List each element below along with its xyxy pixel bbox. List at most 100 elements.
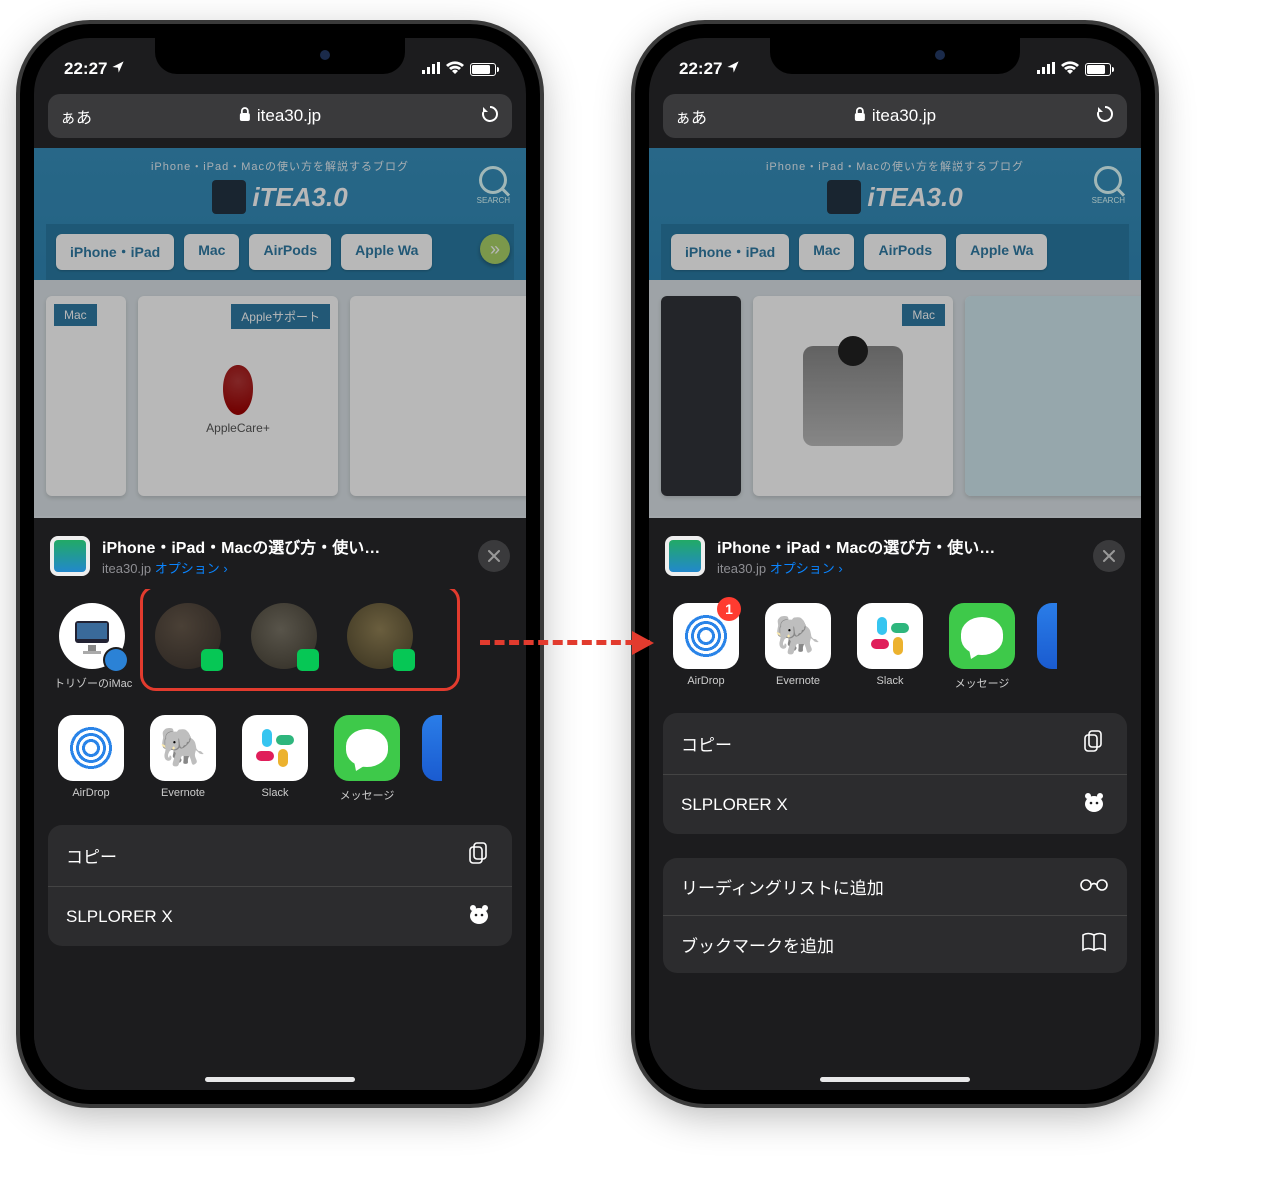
nav-item[interactable]: AirPods — [249, 234, 331, 270]
app-label: メッセージ — [945, 675, 1019, 691]
home-indicator[interactable] — [820, 1077, 970, 1082]
card-badge: Mac — [54, 304, 97, 326]
hamster-icon — [464, 903, 494, 930]
search-button[interactable]: SEARCH — [477, 166, 510, 205]
reload-icon[interactable] — [1095, 104, 1115, 129]
slack-icon — [254, 727, 296, 769]
share-app-airdrop[interactable]: 1 AirDrop — [669, 603, 743, 691]
nav-item[interactable]: AirPods — [864, 234, 946, 270]
share-app-slack[interactable]: Slack — [853, 603, 927, 691]
mascot-icon — [212, 180, 246, 214]
signal-icon — [1037, 59, 1055, 79]
hamster-icon — [1079, 791, 1109, 818]
share-app-messages[interactable]: メッセージ — [330, 715, 404, 803]
lock-icon — [854, 106, 866, 126]
action-slplorer[interactable]: SLPLORER X — [663, 775, 1127, 834]
phone-left: 22:27 ぁあ itea30.jp — [20, 24, 540, 1104]
airdrop-icon — [68, 725, 114, 771]
nav-item[interactable]: iPhone・iPad — [671, 234, 789, 270]
wifi-icon — [1061, 59, 1079, 79]
sheet-favicon — [50, 536, 90, 576]
search-button[interactable]: SEARCH — [1092, 166, 1125, 205]
sheet-title: iPhone・iPad・Macの選び方・使い… — [102, 534, 466, 558]
wifi-icon — [446, 59, 464, 79]
text-size-button[interactable]: ぁあ — [60, 104, 92, 128]
article-card[interactable]: Appleサポート AppleCare+ — [138, 296, 338, 496]
phone-right: 22:27 ぁあ itea30.jp — [635, 24, 1155, 1104]
action-reading-list[interactable]: リーディングリストに追加 — [663, 858, 1127, 916]
phone-notch — [155, 38, 405, 74]
share-app-airdrop[interactable]: AirDrop — [54, 715, 128, 803]
copy-icon — [1079, 729, 1109, 758]
url-bar[interactable]: ぁあ itea30.jp — [48, 94, 512, 138]
share-app-messages[interactable]: メッセージ — [945, 603, 1019, 691]
imac-avatar — [59, 603, 125, 669]
messages-icon — [961, 617, 1003, 655]
signal-icon — [422, 59, 440, 79]
airdrop-icon — [683, 613, 729, 659]
location-icon — [726, 59, 740, 79]
status-time: 22:27 — [679, 59, 722, 79]
lock-icon — [239, 106, 251, 126]
home-indicator[interactable] — [205, 1077, 355, 1082]
nav-item[interactable]: iPhone・iPad — [56, 234, 174, 270]
close-button[interactable] — [478, 540, 510, 572]
reload-icon[interactable] — [480, 104, 500, 129]
url-domain: itea30.jp — [257, 106, 321, 126]
close-button[interactable] — [1093, 540, 1125, 572]
article-card[interactable]: Mac — [46, 296, 126, 496]
url-domain: itea30.jp — [872, 106, 936, 126]
search-icon — [479, 166, 507, 194]
battery-icon — [470, 63, 496, 76]
sheet-options-link[interactable]: オプション › — [770, 561, 843, 576]
sheet-options-link[interactable]: オプション › — [155, 561, 228, 576]
action-copy[interactable]: コピー — [48, 825, 512, 887]
action-bookmark[interactable]: ブックマークを追加 — [663, 916, 1127, 973]
app-icon-partial — [422, 715, 442, 781]
sheet-title: iPhone・iPad・Macの選び方・使い… — [717, 534, 1081, 558]
article-card[interactable]: Mac — [753, 296, 953, 496]
share-app-more[interactable] — [422, 715, 442, 803]
action-label: SLPLORER X — [66, 907, 173, 927]
share-target-label: トリゾーのiMac — [54, 675, 130, 691]
evernote-icon: 🐘 — [774, 614, 821, 658]
glasses-icon — [1079, 877, 1109, 897]
book-icon — [1079, 932, 1109, 957]
phone-notch — [770, 38, 1020, 74]
action-label: SLPLORER X — [681, 795, 788, 815]
text-size-button[interactable]: ぁあ — [675, 104, 707, 128]
article-card[interactable] — [350, 296, 526, 496]
nav-item[interactable]: Mac — [799, 234, 854, 270]
url-bar[interactable]: ぁあ itea30.jp — [663, 94, 1127, 138]
nav-item[interactable]: Mac — [184, 234, 239, 270]
share-sheet: iPhone・iPad・Macの選び方・使い… itea30.jp オプション … — [34, 518, 526, 1090]
app-label: Slack — [853, 675, 927, 687]
app-label: Evernote — [146, 787, 220, 799]
action-label: ブックマークを追加 — [681, 932, 834, 957]
article-card[interactable] — [965, 296, 1141, 496]
action-slplorer[interactable]: SLPLORER X — [48, 887, 512, 946]
app-label: AirDrop — [669, 675, 743, 687]
nav-item[interactable]: Apple Wa — [956, 234, 1047, 270]
share-app-slack[interactable]: Slack — [238, 715, 312, 803]
article-card[interactable]: コラム — [661, 296, 741, 496]
app-icon-partial — [1037, 603, 1057, 669]
share-app-evernote[interactable]: 🐘 Evernote — [761, 603, 835, 691]
share-app-more[interactable] — [1037, 603, 1057, 691]
battery-icon — [1085, 63, 1111, 76]
site-tagline: iPhone・iPad・Macの使い方を解説するブログ — [46, 158, 514, 174]
nav-more-button[interactable]: » — [480, 234, 510, 264]
status-time: 22:27 — [64, 59, 107, 79]
messages-icon — [346, 729, 388, 767]
share-app-evernote[interactable]: 🐘 Evernote — [146, 715, 220, 803]
annotation-arrow — [480, 640, 650, 645]
sheet-domain: itea30.jp — [102, 561, 151, 576]
hdd-icon — [803, 346, 903, 446]
site-logo: iTEA3.0 — [46, 180, 514, 214]
action-label: コピー — [66, 843, 117, 868]
slack-icon — [869, 615, 911, 657]
nav-item[interactable]: Apple Wa — [341, 234, 432, 270]
share-target-imac[interactable]: トリゾーのiMac — [54, 603, 130, 691]
action-copy[interactable]: コピー — [663, 713, 1127, 775]
app-label: Evernote — [761, 675, 835, 687]
